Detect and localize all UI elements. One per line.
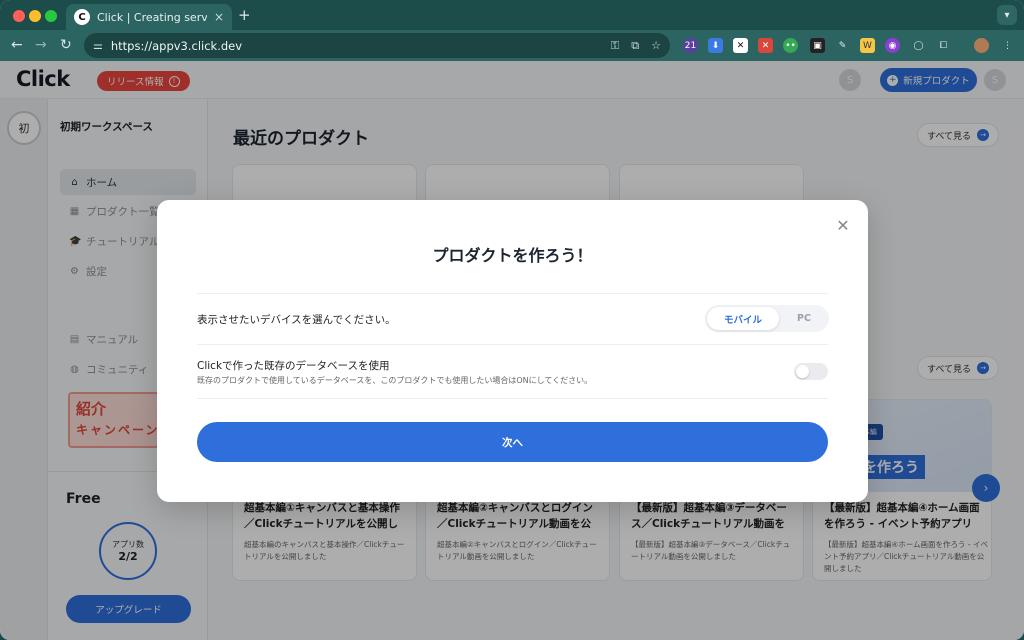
profile-avatar-icon[interactable] <box>974 38 989 53</box>
dark-extension-icon[interactable]: ▣ <box>810 38 825 53</box>
tab-search-button[interactable]: ▾ <box>997 5 1017 25</box>
modal-title: プロダクトを作ろう！ <box>432 246 593 265</box>
tab-title: Click | Creating service easily <box>97 10 207 24</box>
new-tab-button[interactable]: + <box>238 6 251 24</box>
device-segmented-control: モバイル PC <box>705 305 829 332</box>
browser-window: C Click | Creating service easily × + ▾ … <box>0 0 1024 640</box>
key-icon[interactable]: ⚿ <box>611 39 619 53</box>
existing-db-description: 既存のプロダクトで使用しているデータベースを、このプロダクトでも使用したい場合は… <box>197 376 593 385</box>
back-arrow-icon[interactable]: ← <box>11 37 23 53</box>
close-window-button[interactable] <box>13 10 25 22</box>
create-product-modal: ✕ プロダクトを作ろう！ 表示させたいデバイスを選んでください。 モバイル PC… <box>157 200 868 502</box>
forward-arrow-icon[interactable]: → <box>35 37 47 53</box>
circle-extension-icon[interactable]: ◯ <box>911 38 926 53</box>
browser-toolbar: ← → ↻ ⚌ https://appv3.click.dev ⚿ ⧉ ☆ 21… <box>0 30 1024 61</box>
eyedropper-icon[interactable]: ✎ <box>835 38 850 53</box>
w-extension-icon[interactable]: W <box>860 38 875 53</box>
next-button[interactable]: 次へ <box>197 422 828 462</box>
browser-tab[interactable]: C Click | Creating service easily × <box>66 4 232 30</box>
device-option-pc[interactable]: PC <box>781 307 827 330</box>
green-extension-icon[interactable]: •• <box>783 38 798 53</box>
close-icon[interactable]: ✕ <box>834 216 852 235</box>
click-favicon-icon: C <box>74 9 90 25</box>
minimize-window-button[interactable] <box>29 10 41 22</box>
divider <box>197 344 828 345</box>
address-url[interactable]: https://appv3.click.dev <box>111 39 611 53</box>
site-settings-icon[interactable]: ⚌ <box>93 39 103 52</box>
reload-icon[interactable]: ↻ <box>60 37 72 53</box>
divider <box>197 398 828 399</box>
bookmark-star-icon[interactable]: ☆ <box>651 39 661 53</box>
extension-badge-icon[interactable]: 21 <box>683 38 698 53</box>
purple-extension-icon[interactable]: ◉ <box>885 38 900 53</box>
x-extension-icon[interactable]: ✕ <box>733 38 748 53</box>
tab-close-icon[interactable]: × <box>214 10 224 24</box>
tab-bar: C Click | Creating service easily × + ▾ <box>0 0 1024 30</box>
device-select-label: 表示させたいデバイスを選んでください。 <box>197 314 396 326</box>
address-bar[interactable]: ⚌ https://appv3.click.dev ⚿ ⧉ ☆ <box>84 33 670 58</box>
install-app-icon[interactable]: ⧉ <box>631 39 639 53</box>
device-option-mobile[interactable]: モバイル <box>707 307 779 330</box>
browser-menu-icon[interactable]: ⋮ <box>1000 38 1015 53</box>
divider <box>197 293 828 294</box>
zoom-window-button[interactable] <box>45 10 57 22</box>
toggle-knob <box>796 365 809 378</box>
existing-db-toggle[interactable] <box>794 363 828 380</box>
existing-db-label: Clickで作った既存のデータベースを使用 <box>197 360 390 372</box>
red-extension-icon[interactable]: ✕ <box>758 38 773 53</box>
download-extension-icon[interactable]: ⬇ <box>708 38 723 53</box>
extensions-puzzle-icon[interactable]: ⧠ <box>936 38 951 53</box>
